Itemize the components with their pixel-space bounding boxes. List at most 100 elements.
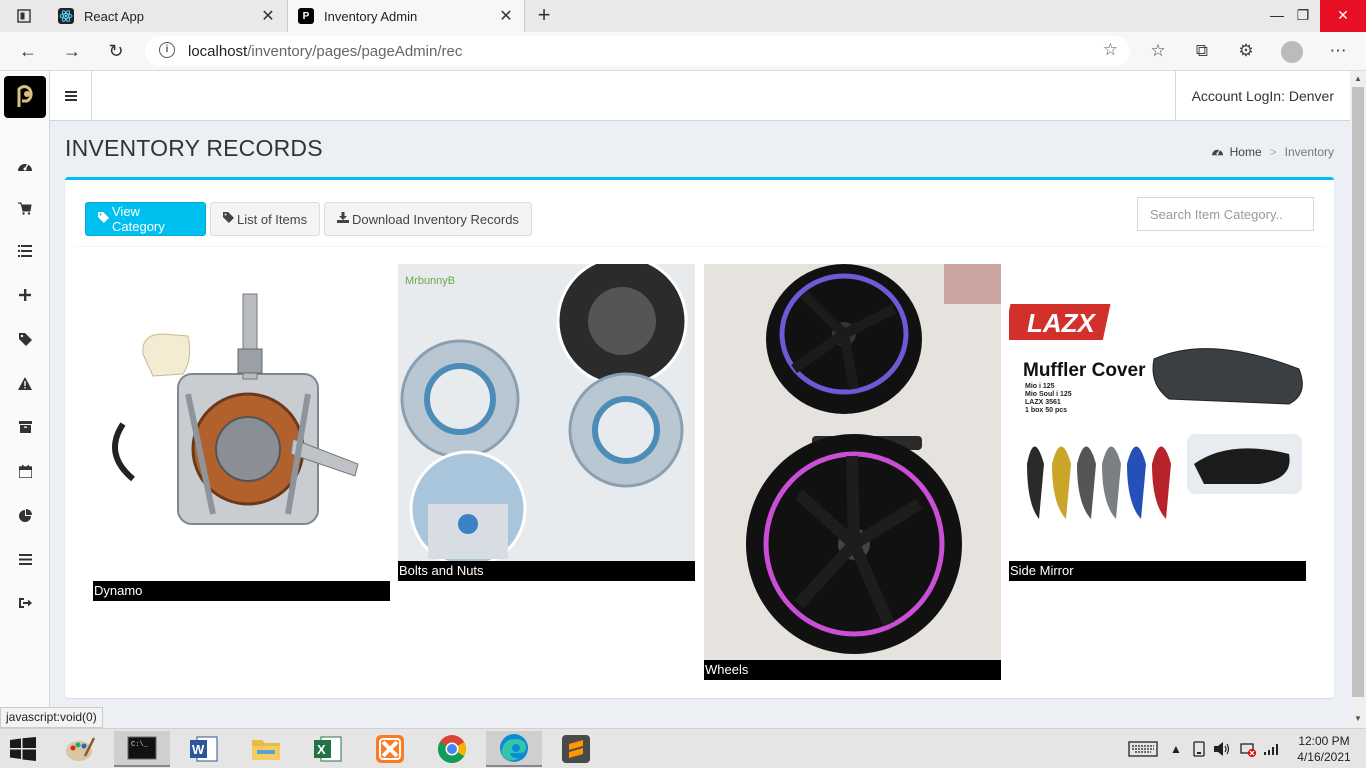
browser-tab-bar: React App ✕ P Inventory Admin ✕ + — ❐ ✕ (0, 0, 1366, 32)
image-detail-text: Mio Soul i 125 (1025, 391, 1072, 398)
category-card-bolts-and-nuts[interactable]: MrbunnyB Bolts and Nuts (398, 264, 695, 581)
account-login-label[interactable]: Account LogIn: Denver (1174, 71, 1350, 121)
image-heading-text: Muffler Cover (1023, 360, 1146, 381)
clock-time: 12:00 PM (1298, 734, 1350, 748)
url-path: /inventory/pages/pageAdmin/rec (247, 43, 463, 60)
keyboard-icon[interactable] (1128, 729, 1158, 768)
tag-icon (223, 212, 234, 226)
view-category-label: View Category (112, 204, 165, 234)
breadcrumb-current: Inventory (1284, 145, 1334, 159)
breadcrumb-home-link[interactable]: Home (1230, 145, 1262, 159)
calendar-icon[interactable] (15, 461, 35, 481)
plus-icon[interactable] (15, 285, 35, 305)
refresh-icon[interactable]: ↻ (104, 40, 128, 62)
device-icon[interactable] (1193, 729, 1205, 768)
tab-react-app[interactable]: React App ✕ (48, 0, 286, 32)
tab-close-icon[interactable]: ✕ (498, 6, 514, 26)
site-logo-icon: P (298, 8, 314, 24)
category-label: Bolts and Nuts (398, 561, 695, 581)
logout-icon[interactable] (15, 593, 35, 613)
category-label: Dynamo (93, 581, 390, 601)
warning-icon[interactable] (15, 373, 35, 393)
add-favorite-icon[interactable]: ☆ (1103, 40, 1118, 60)
url-host: localhost (188, 43, 248, 60)
edge-app-icon[interactable] (486, 731, 542, 767)
close-window-button[interactable]: ✕ (1320, 0, 1366, 32)
xampp-app-icon[interactable] (362, 731, 418, 767)
more-menu-icon[interactable]: ⋯ (1326, 40, 1350, 62)
excel-app-icon[interactable]: X (300, 731, 356, 767)
paint-app-icon[interactable] (52, 731, 108, 767)
image-detail-text: LAZX 3561 (1025, 399, 1061, 406)
breadcrumb: Home > Inventory (1211, 145, 1334, 159)
app-viewport: Account LogIn: Denver INVENTORY RECORDS … (0, 71, 1350, 728)
list-of-items-button[interactable]: List of Items (210, 202, 321, 236)
search-category-input[interactable] (1137, 197, 1314, 231)
new-tab-button[interactable]: + (533, 4, 555, 26)
url-text: localhost/inventory/pages/pageAdmin/rec (188, 43, 462, 60)
download-records-button[interactable]: Download Inventory Records (324, 202, 532, 236)
category-card-wheels[interactable]: Wheels (704, 264, 1001, 680)
svg-text:X: X (317, 742, 326, 757)
pie-chart-icon[interactable] (15, 505, 35, 525)
volume-icon[interactable] (1214, 729, 1230, 768)
image-watermark: MrbunnyB (405, 275, 455, 287)
file-explorer-icon[interactable] (238, 731, 294, 767)
category-label: Side Mirror (1009, 561, 1306, 581)
sublime-text-app-icon[interactable] (548, 731, 604, 767)
bolts-and-nuts-image: MrbunnyB (398, 264, 695, 561)
signal-icon[interactable] (1264, 729, 1280, 768)
chrome-app-icon[interactable] (424, 731, 480, 767)
clock-date: 4/16/2021 (1297, 750, 1351, 764)
dashboard-icon[interactable] (15, 155, 35, 175)
url-field[interactable]: i localhost/inventory/pages/pageAdmin/re… (145, 36, 1130, 66)
view-category-button[interactable]: View Category (85, 202, 206, 236)
side-mirror-image: LAZX Muffler Cover Mio i 125 Mio Soul i … (1009, 264, 1306, 561)
terminal-app-icon[interactable]: C:\_ (114, 731, 170, 767)
sidebar-toggle-icon[interactable] (50, 71, 92, 121)
menu-lines-icon[interactable] (15, 549, 35, 569)
word-app-icon[interactable]: W (176, 731, 232, 767)
cart-icon[interactable] (15, 198, 35, 218)
tag-icon (98, 212, 109, 226)
back-icon[interactable]: ← (16, 40, 40, 62)
scrollbar-thumb[interactable] (1352, 87, 1364, 697)
scroll-up-icon[interactable]: ▲ (1350, 74, 1366, 83)
archive-icon[interactable] (15, 417, 35, 437)
show-hidden-icons-icon[interactable]: ▲ (1170, 729, 1182, 768)
inventory-box: View Category List of Items Download Inv… (65, 177, 1334, 698)
network-error-icon[interactable] (1240, 729, 1256, 768)
tag-icon[interactable] (15, 329, 35, 349)
tab-inventory-admin[interactable]: P Inventory Admin ✕ (287, 0, 525, 32)
page-scrollbar[interactable]: ▲ ▼ (1350, 71, 1366, 728)
windows-start-icon[interactable] (10, 737, 36, 764)
tab-actions-icon[interactable] (10, 6, 38, 26)
sidebar (0, 71, 50, 728)
windows-taskbar: C:\_ W X ▲ 12:00 PM 4/16/2021 (0, 728, 1366, 768)
list-icon[interactable] (15, 241, 35, 261)
category-label: Wheels (704, 660, 1001, 680)
app-logo[interactable] (4, 76, 46, 118)
dashboard-icon (1211, 145, 1224, 159)
category-card-side-mirror[interactable]: LAZX Muffler Cover Mio i 125 Mio Soul i … (1009, 264, 1306, 581)
tab-title: React App (84, 8, 144, 24)
system-clock[interactable]: 12:00 PM 4/16/2021 (1290, 733, 1358, 765)
top-navbar: Account LogIn: Denver (50, 71, 1350, 121)
extensions-icon[interactable]: ⚙ (1234, 40, 1258, 62)
site-info-icon[interactable]: i (159, 42, 175, 58)
forward-icon[interactable]: → (60, 40, 84, 62)
favorites-icon[interactable]: ☆ (1146, 40, 1170, 62)
download-records-label: Download Inventory Records (352, 211, 519, 227)
wheels-image (704, 264, 1001, 660)
page-title: INVENTORY RECORDS (65, 135, 323, 161)
divider (75, 246, 1324, 247)
category-card-dynamo[interactable]: Dynamo (93, 264, 390, 601)
tab-close-icon[interactable]: ✕ (260, 6, 276, 26)
profile-avatar[interactable] (1281, 41, 1303, 63)
image-detail-text: Mio i 125 (1025, 383, 1055, 390)
collections-icon[interactable]: ⧉ (1190, 40, 1214, 62)
list-of-items-label: List of Items (237, 211, 308, 227)
browser-status-bar: javascript:void(0) (0, 707, 103, 728)
scroll-down-icon[interactable]: ▼ (1350, 714, 1366, 723)
address-bar-row: ← → ↻ i localhost/inventory/pages/pageAd… (0, 32, 1366, 71)
